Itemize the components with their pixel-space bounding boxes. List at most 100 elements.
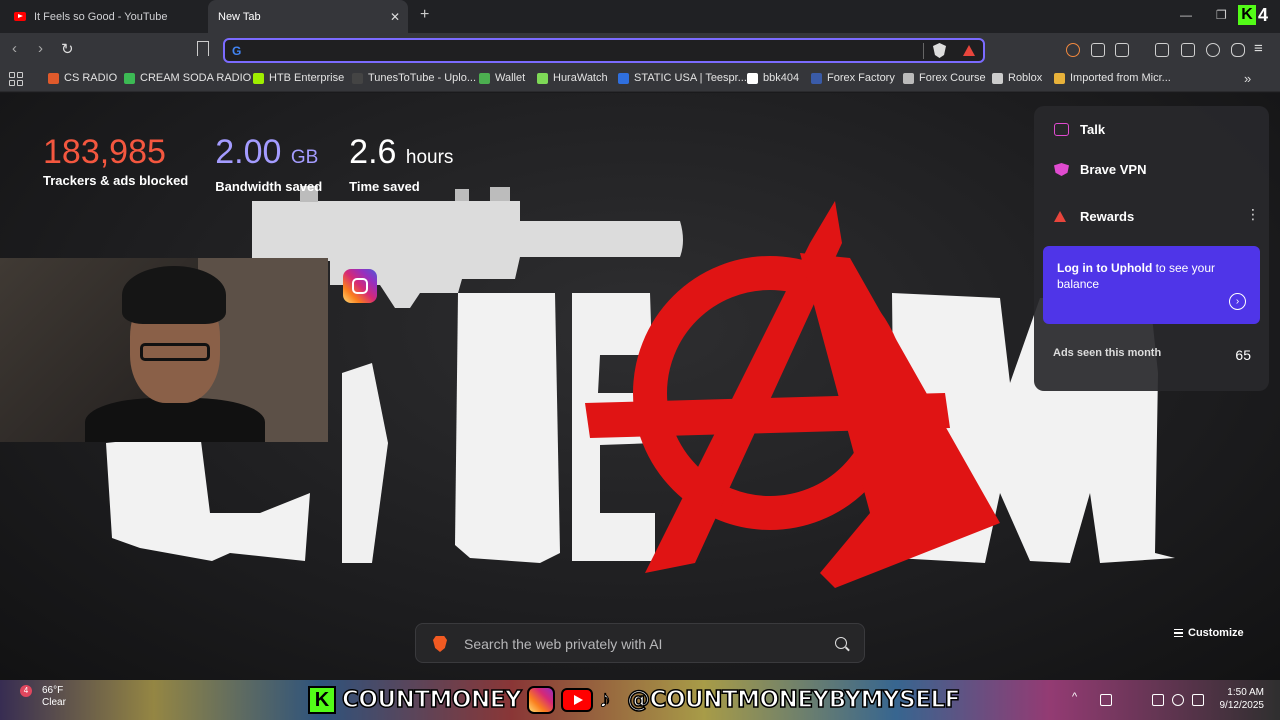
- bookmark-label: Roblox: [1008, 72, 1043, 84]
- toolbar: ‹ › ↻ G ≡: [0, 33, 1280, 67]
- sliders-icon: [1174, 629, 1183, 637]
- bandwidth-unit: GB: [290, 147, 319, 168]
- reload-button[interactable]: ↻: [61, 40, 74, 58]
- banner-handle: COUNTMONEY: [341, 686, 522, 714]
- bookmark-item[interactable]: Forex Course: [903, 72, 986, 84]
- tab-title: New Tab: [218, 10, 261, 23]
- cs-radio-icon: [48, 72, 59, 84]
- bookmark-item[interactable]: bbk404: [747, 72, 799, 84]
- trackers-stat: 183,985 Trackers & ads blocked: [43, 133, 188, 194]
- brave-shields-icon[interactable]: [933, 43, 946, 58]
- back-button[interactable]: ‹: [12, 40, 17, 57]
- wallet-icon[interactable]: [1181, 43, 1195, 57]
- tab-new-tab[interactable]: New Tab ✕: [208, 0, 408, 33]
- talk-label: Talk: [1080, 122, 1106, 137]
- bookmark-label: CREAM SODA RADIO: [140, 72, 252, 84]
- bookmark-item[interactable]: HTB Enterprise: [253, 72, 344, 84]
- ads-seen-value: 65: [1235, 347, 1251, 363]
- bookmark-item[interactable]: Wallet: [479, 72, 525, 84]
- youtube-icon: [561, 688, 594, 712]
- ads-seen-row: Ads seen this month 65: [1053, 347, 1251, 363]
- search-icon[interactable]: [835, 637, 847, 649]
- kick-logo-overlay: K4: [1238, 4, 1278, 26]
- network-icon[interactable]: [1100, 694, 1112, 706]
- bookmark-item[interactable]: CREAM SODA RADIO: [124, 72, 251, 84]
- weather-condition: Clear: [42, 697, 66, 708]
- leo-ai-icon[interactable]: [1206, 43, 1220, 57]
- new-tab-button[interactable]: +: [420, 6, 429, 24]
- bookmark-item[interactable]: Imported from Micr...: [1054, 72, 1171, 84]
- bookmark-label: STATIC USA | Teespr...: [634, 72, 747, 84]
- bookmark-item[interactable]: Roblox: [992, 72, 1042, 84]
- menu-icon[interactable]: ≡: [1254, 40, 1263, 57]
- extension-icon[interactable]: [1066, 43, 1080, 57]
- tiktok-icon: ♪: [599, 686, 612, 714]
- instagram-icon: [527, 686, 556, 714]
- tab-strip: It Feels so Good - YouTube New Tab ✕ + —…: [0, 0, 1280, 33]
- forward-button[interactable]: ›: [38, 40, 43, 57]
- arrow-right-icon[interactable]: ›: [1229, 293, 1246, 310]
- media-icon[interactable]: [1115, 43, 1129, 57]
- customize-button[interactable]: Customize: [1174, 627, 1244, 639]
- weather-widget[interactable]: 4 66°F Clear: [20, 685, 66, 709]
- teespring-icon: [618, 72, 629, 84]
- taskbar: 4 66°F Clear K COUNTMONEY ♪ @COUNTMONEYB…: [0, 680, 1280, 720]
- bookmark-label: Forex Factory: [827, 72, 895, 84]
- more-bookmarks-icon[interactable]: »: [1244, 71, 1251, 86]
- bookmark-item[interactable]: HuraWatch: [537, 72, 608, 84]
- talk-widget[interactable]: Talk: [1054, 122, 1105, 137]
- close-icon[interactable]: ✕: [390, 10, 400, 24]
- hurawatch-icon: [537, 72, 548, 84]
- kick-icon: K: [308, 686, 336, 714]
- vpn-icon[interactable]: [1231, 43, 1245, 57]
- puzzle-icon[interactable]: [1091, 43, 1105, 57]
- brave-widgets-panel: Talk Brave VPN Rewards ⋮ Log in to Uphol…: [1034, 106, 1269, 391]
- restore-icon[interactable]: ❐: [1216, 8, 1227, 22]
- address-input[interactable]: [249, 42, 929, 60]
- system-clock[interactable]: 1:50 AM 9/12/2025: [1212, 686, 1265, 712]
- ai-search-box[interactable]: [415, 623, 865, 663]
- apps-icon[interactable]: [9, 72, 23, 86]
- search-input[interactable]: [464, 635, 824, 653]
- instagram-icon[interactable]: [343, 269, 377, 303]
- vpn-widget[interactable]: Brave VPN: [1054, 162, 1146, 177]
- tab-youtube[interactable]: It Feels so Good - YouTube: [6, 0, 206, 33]
- bookmark-label: TunesToTube - Uplo...: [368, 72, 477, 84]
- uphold-login-card[interactable]: Log in to Uphold to see your balance ›: [1043, 246, 1260, 324]
- bookmark-label: Wallet: [495, 72, 526, 84]
- bookmark-icon[interactable]: [197, 41, 209, 56]
- ads-seen-label: Ads seen this month: [1053, 347, 1162, 359]
- rewards-label: Rewards: [1080, 209, 1135, 224]
- wallet-icon: [479, 72, 490, 84]
- youtube-icon: [14, 12, 26, 21]
- bookmark-item[interactable]: CS RADIO: [48, 72, 117, 84]
- minimize-icon[interactable]: —: [1180, 8, 1192, 22]
- customize-label: Customize: [1188, 627, 1244, 639]
- more-options-icon[interactable]: ⋮: [1246, 206, 1260, 223]
- forex-factory-icon: [811, 72, 822, 84]
- bookmark-label: Imported from Micr...: [1070, 72, 1171, 84]
- folder-icon: [1054, 72, 1065, 84]
- display-icon[interactable]: [1152, 694, 1164, 706]
- bookmark-label: HTB Enterprise: [269, 72, 345, 84]
- roblox-icon: [992, 72, 1003, 84]
- sidebar-icon[interactable]: [1155, 43, 1169, 57]
- banner-social-handle: @COUNTMONEYBYMYSELF: [626, 686, 961, 714]
- bookmark-label: Forex Course: [919, 72, 986, 84]
- brave-rewards-icon[interactable]: [963, 45, 975, 56]
- battery-icon[interactable]: [1192, 694, 1204, 706]
- uphold-login-link[interactable]: Log in to Uphold: [1057, 261, 1152, 275]
- hackthebox-icon: [253, 72, 264, 84]
- bandwidth-stat: 2.00 GB Bandwidth saved: [215, 133, 322, 194]
- volume-icon[interactable]: [1172, 694, 1184, 706]
- bookmark-item[interactable]: STATIC USA | Teespr...: [618, 72, 747, 84]
- google-icon: G: [232, 44, 242, 58]
- stream-banner: K COUNTMONEY ♪ @COUNTMONEYBYMYSELF: [308, 682, 961, 718]
- bookmark-item[interactable]: TunesToTube - Uplo...: [352, 72, 476, 84]
- chevron-up-icon[interactable]: ^: [1072, 691, 1084, 703]
- brave-rewards-icon: [1054, 211, 1066, 222]
- bookmark-item[interactable]: Forex Factory: [811, 72, 895, 84]
- plus-icon: [124, 72, 135, 84]
- rewards-widget[interactable]: Rewards: [1054, 209, 1134, 224]
- address-bar[interactable]: G: [223, 38, 985, 63]
